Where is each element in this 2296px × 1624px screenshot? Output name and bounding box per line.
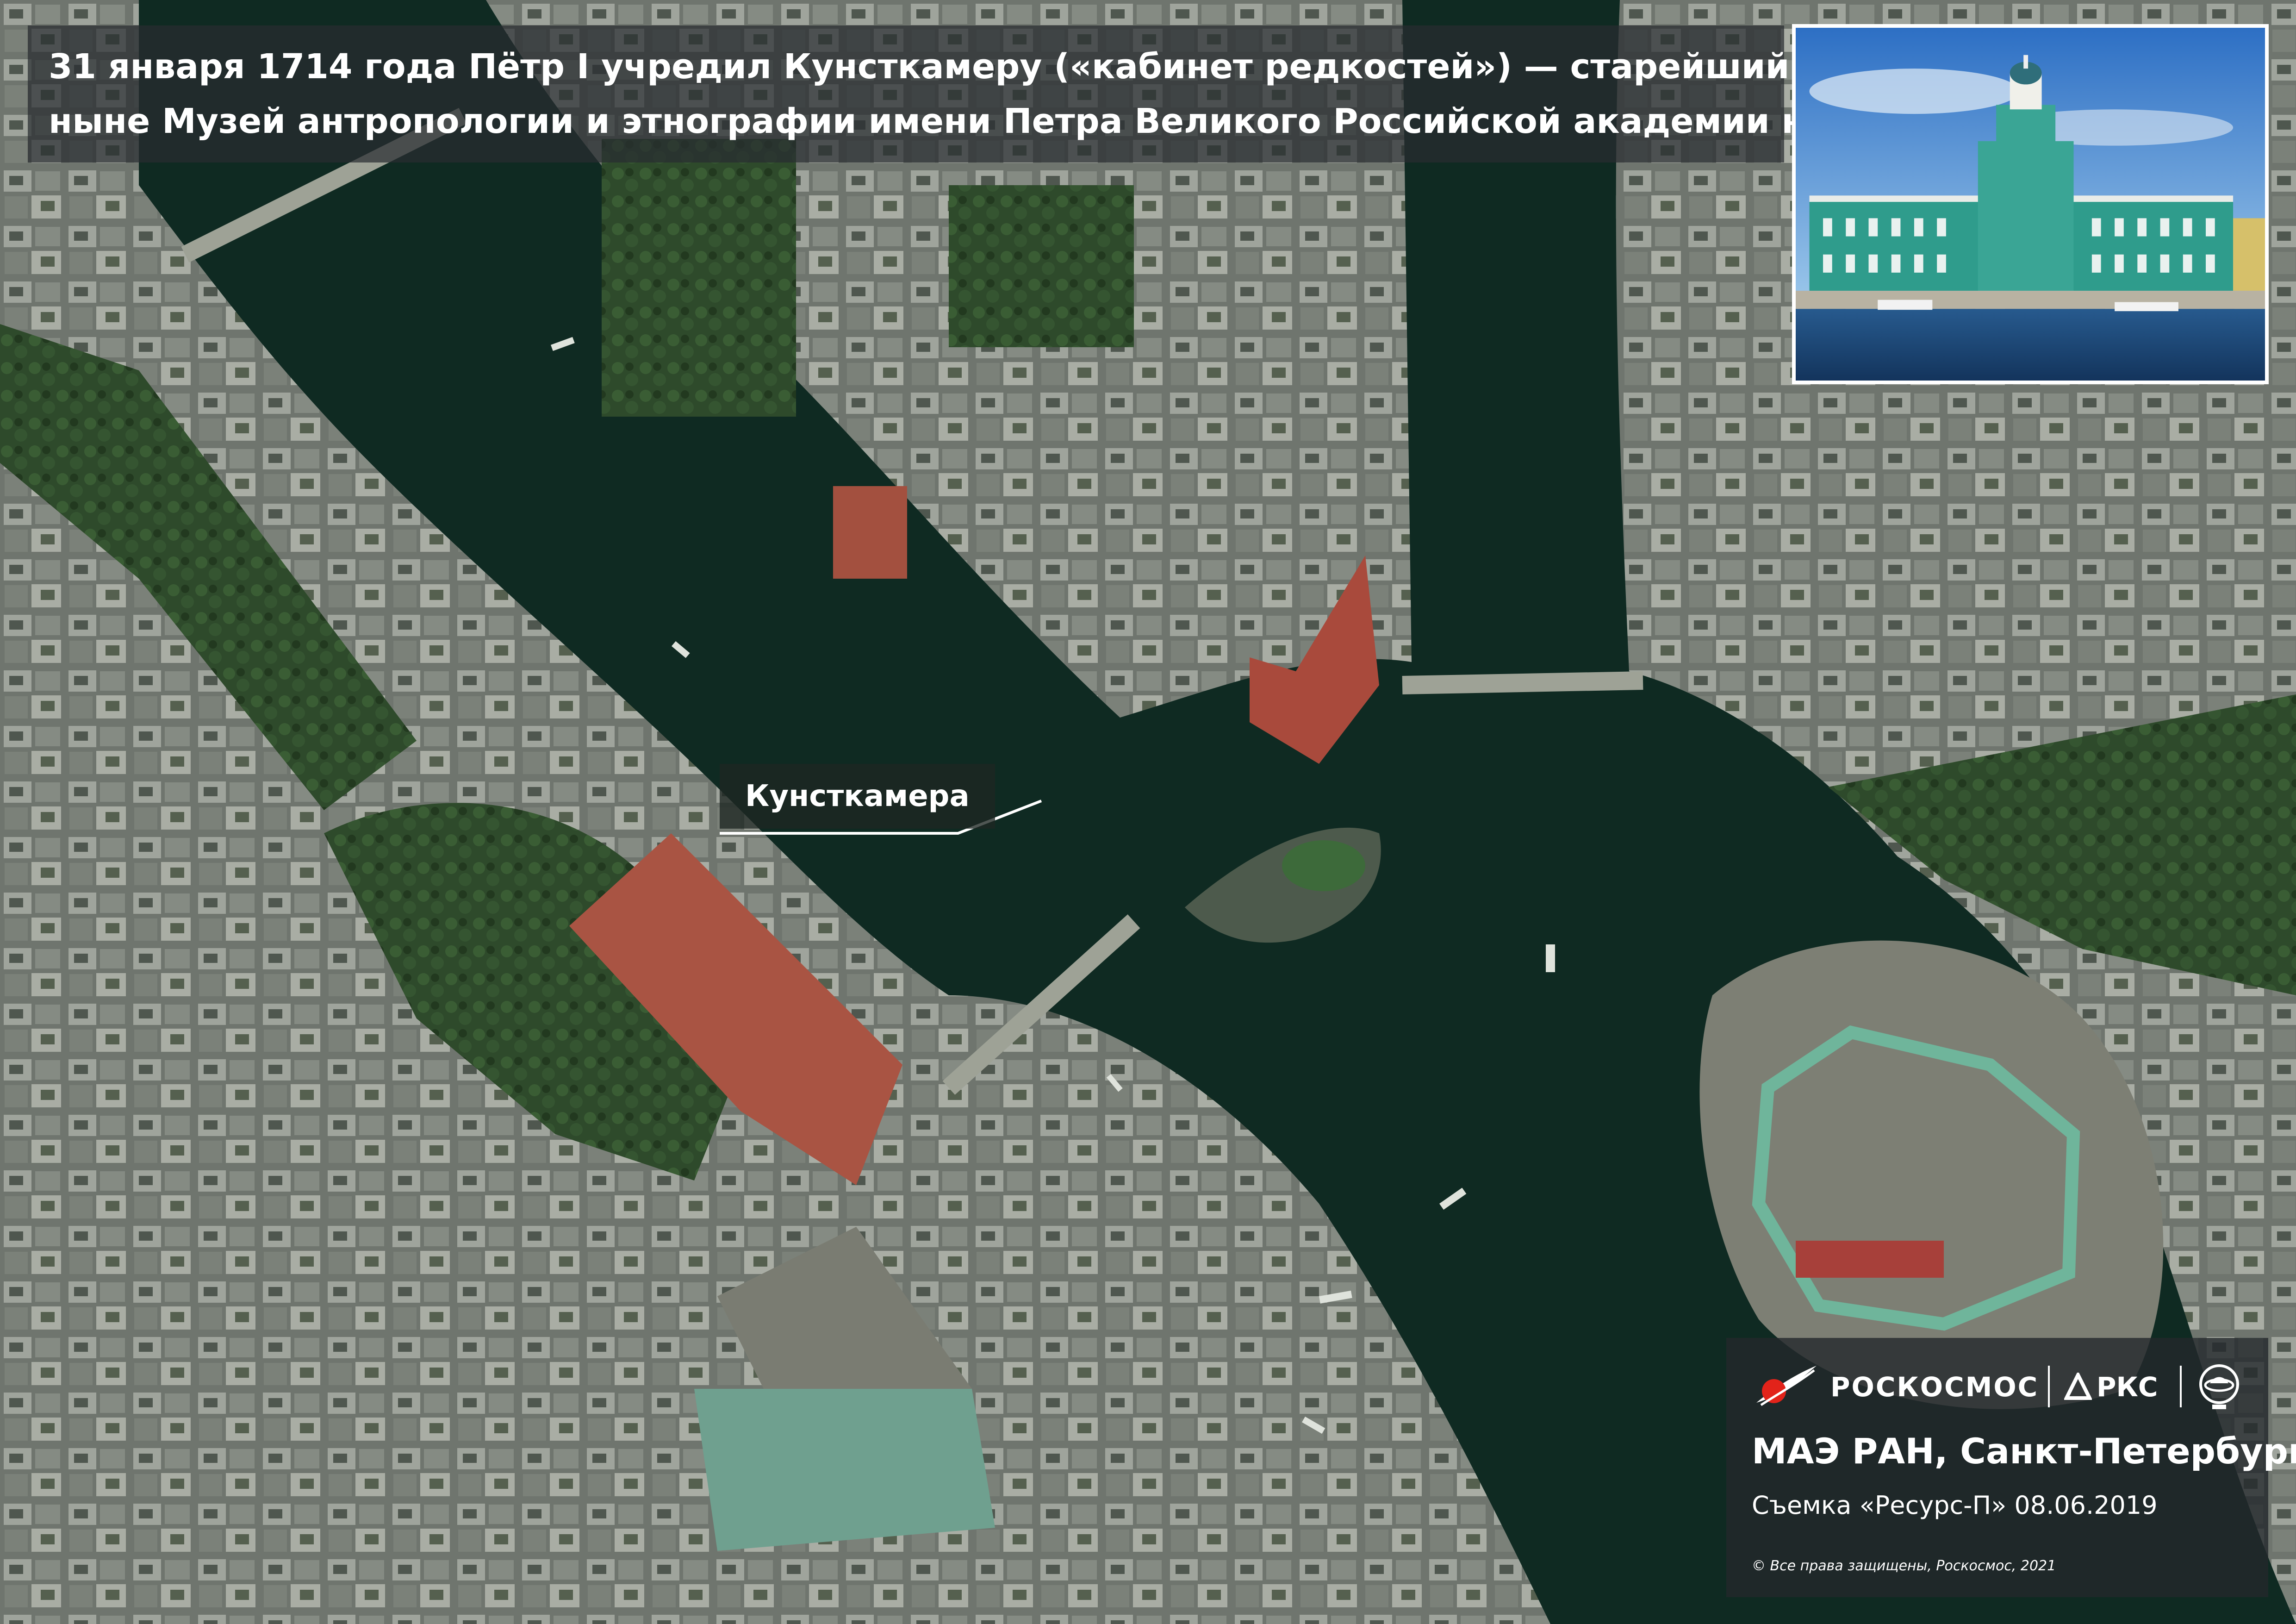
rks-wordmark: РКС <box>2097 1371 2158 1403</box>
nc-omz-emblem-icon <box>2199 1364 2239 1409</box>
credit-panel: РОСКОСМОС РКС МАЭ РАН, Санкт-Петербург С… <box>1726 1338 2296 1597</box>
headline-line-1: 31 января 1714 года Пётр I учредил Кунст… <box>49 47 2115 87</box>
strelka-garden <box>1282 840 1365 891</box>
logo-divider <box>2180 1366 2182 1407</box>
kunstkamera-photo <box>1796 28 2265 381</box>
roscosmos-wordmark: РОСКОСМОС <box>1830 1371 2039 1403</box>
red-roof-block <box>833 486 907 579</box>
rks-logo-icon <box>2064 1373 2092 1400</box>
logo-divider <box>2048 1366 2050 1407</box>
headline-line-2: ныне Музей антропологии и этнографии име… <box>49 101 1874 141</box>
kunstkamera-label: Кунсткамера <box>720 764 995 829</box>
fortress-buildings <box>1796 1241 1944 1278</box>
roscosmos-logo-icon <box>1756 1366 1817 1406</box>
vasilievsky-gardens <box>602 139 796 417</box>
logo-row: РОСКОСМОС РКС <box>1752 1361 2252 1412</box>
capture-info: Съемка «Ресурс-П» 08.06.2019 <box>1752 1491 2158 1520</box>
exchange-bridge <box>1402 671 1643 694</box>
headline-box: 31 января 1714 года Пётр I учредил Кунст… <box>28 25 2115 162</box>
winter-palace <box>694 1389 995 1551</box>
copyright-notice: © Все права защищены, Роскосмос, 2021 <box>1752 1558 2056 1574</box>
rumyantsev-garden <box>949 185 1134 347</box>
satellite-map-stage: 31 января 1714 года Пётр I учредил Кунст… <box>0 0 2296 1624</box>
location-title: МАЭ РАН, Санкт-Петербург <box>1752 1430 2296 1472</box>
kunstkamera-photo-inset <box>1792 24 2269 384</box>
